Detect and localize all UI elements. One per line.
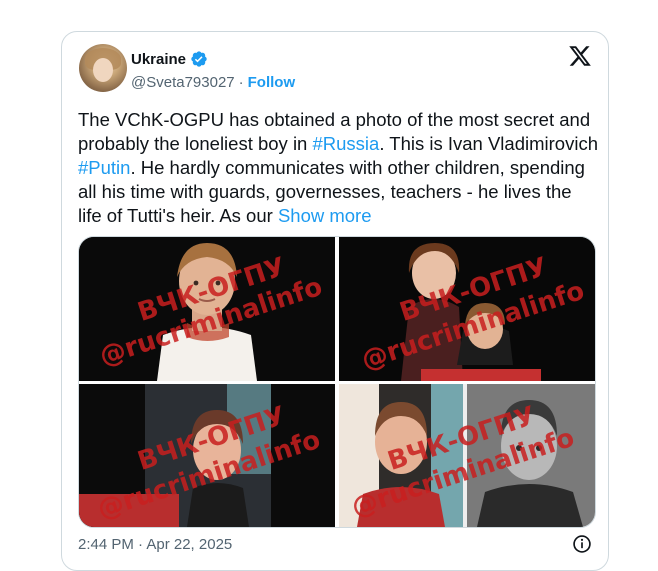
tweet-text: The VChK-OGPU has obtained a photo of th… [78, 108, 598, 228]
handle-separator: · [238, 73, 244, 91]
author-handle[interactable]: @Sveta793027 [131, 74, 235, 91]
photo-3[interactable]: ВЧК-ОГПУ @rucriminalinfo [79, 384, 335, 527]
hashtag-russia[interactable]: #Russia [312, 133, 379, 154]
info-icon[interactable] [572, 534, 592, 554]
media-grid: ВЧК-ОГПУ @rucriminalinfo ВЧК-ОГПУ @rucri… [78, 236, 596, 528]
tweet-timestamp[interactable]: 2:44 PM · Apr 22, 2025 [78, 536, 232, 553]
avatar[interactable] [79, 44, 127, 92]
x-logo-icon[interactable] [568, 44, 592, 68]
author-display-name[interactable]: Ukraine [131, 51, 186, 68]
tweet-author: Ukraine @Sveta793027 · Follow [131, 49, 295, 93]
verified-badge-icon [191, 51, 207, 67]
photo-4[interactable]: ВЧК-ОГПУ @rucriminalinfo [339, 384, 595, 527]
photo-2[interactable]: ВЧК-ОГПУ @rucriminalinfo [339, 237, 595, 381]
show-more-link[interactable]: Show more [278, 205, 372, 226]
hashtag-putin[interactable]: #Putin [78, 157, 130, 178]
tweet-card: Ukraine @Sveta793027 · Follow The VChK-O… [61, 31, 609, 571]
tweet-text-part: . This is Ivan Vladimirovich [379, 133, 598, 154]
follow-button[interactable]: Follow [248, 74, 296, 91]
photo-1[interactable]: ВЧК-ОГПУ @rucriminalinfo [79, 237, 335, 381]
